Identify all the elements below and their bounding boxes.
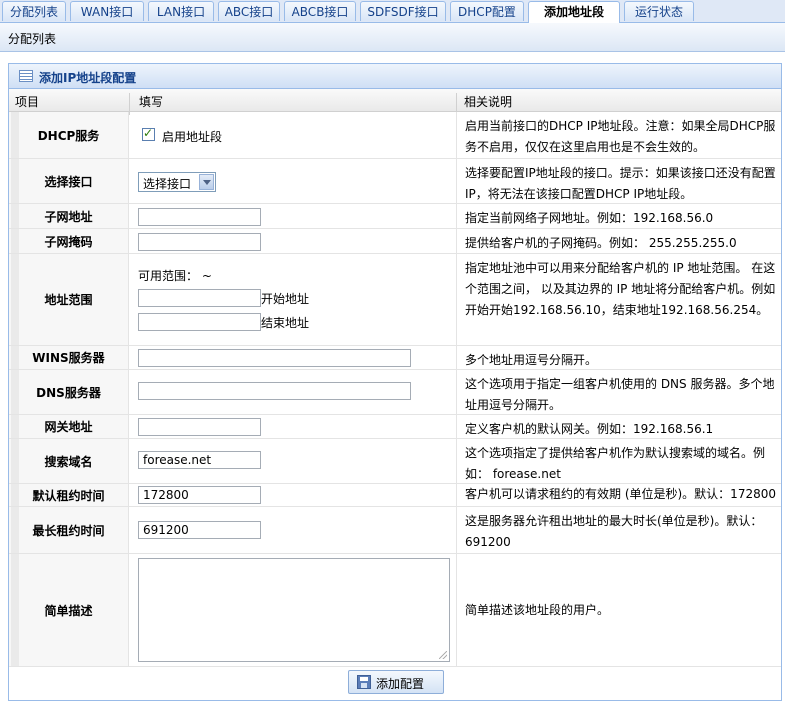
chevron-down-icon [199,174,214,190]
row-gateway: 网关地址 定义客户机的默认网关。例如：192.168.56.1 [9,415,781,439]
label-range: 地址范围 [9,254,129,345]
desc-default-lease: 客户机可以请求租约的有效期 (单位是秒)。默认：172800 [456,484,781,506]
label-dns: DNS服务器 [9,370,129,414]
panel-header: 添加IP地址段配置 [9,64,781,89]
label-gateway: 网关地址 [9,415,129,438]
add-config-label: 添加配置 [376,677,425,691]
save-icon [357,675,371,689]
row-note: 简单描述 简单描述该地址段的用户。 [9,554,781,667]
table-icon [19,70,33,82]
label-subnet: 子网地址 [9,204,129,228]
enable-range-label: 启用地址段 [162,130,223,144]
row-max-lease: 最长租约时间 691200 这是服务器允许租出地址的最大时长(单位是秒)。默认：… [9,507,781,554]
desc-domain: 这个选项指定了提供给客户机作为默认搜索域的域名。例如： forease.net [456,439,781,483]
range-start-input[interactable] [138,289,261,307]
column-header: 项目 填写 相关说明 [9,89,781,115]
desc-range: 指定地址池中可以用来分配给客户机的 IP 地址范围。 在这个范围之间， 以及其边… [456,254,781,345]
row-range: 地址范围 可用范围： ~ 开始地址 结束地址 指定地址池中可以用来分配给客户机的… [9,254,781,346]
row-dhcp: DHCP服务 启用地址段 启用当前接口的DHCP IP地址段。注意：如果全局DH… [9,112,781,159]
label-wins: WINS服务器 [9,346,129,369]
label-note: 简单描述 [9,554,129,666]
mask-input[interactable] [138,233,261,251]
desc-note-cell: 简单描述该地址段的用户。 [456,554,781,666]
row-wins: WINS服务器 多个地址用逗号分隔开。 [9,346,781,370]
label-default-lease: 默认租约时间 [9,484,129,506]
tab-abc[interactable]: ABC接口 [218,1,280,21]
range-end-label: 结束地址 [261,316,310,330]
range-end-input[interactable] [138,313,261,331]
dns-input[interactable] [138,382,411,400]
label-mask: 子网掩码 [9,229,129,253]
tab-wan[interactable]: WAN接口 [70,1,144,21]
tab-dhcp-config[interactable]: DHCP配置 [450,1,524,21]
breadcrumb-bar: 分配列表 [0,23,785,52]
breadcrumb[interactable]: 分配列表 [8,30,56,47]
desc-interface: 选择要配置IP地址段的接口。提示：如果该接口还没有配置IP，将无法在该接口配置D… [456,159,781,203]
desc-max-lease: 这是服务器允许租出地址的最大时长(单位是秒)。默认：691200 [456,507,781,553]
gateway-input[interactable] [138,418,261,436]
note-textarea[interactable] [138,558,450,662]
row-dns: DNS服务器 这个选项用于指定一组客户机使用的 DNS 服务器。多个地址用逗号分… [9,370,781,415]
tab-bar: 分配列表 WAN接口 LAN接口 ABC接口 ABCB接口 SDFSDF接口 D… [0,0,785,23]
interface-select[interactable]: 选择接口 [138,172,216,192]
label-interface: 选择接口 [9,159,129,203]
config-panel: 添加IP地址段配置 项目 填写 相关说明 DHCP服务 启用地址段 启用当前接口… [8,63,782,701]
tab-allocation-list[interactable]: 分配列表 [2,1,66,21]
desc-gateway: 定义客户机的默认网关。例如：192.168.56.1 [456,415,781,438]
desc-dhcp: 启用当前接口的DHCP IP地址段。注意：如果全局DHCP服务不启用，仅仅在这里… [456,112,781,158]
panel-title: 添加IP地址段配置 [39,71,137,85]
desc-dns: 这个选项用于指定一组客户机使用的 DNS 服务器。多个地址用逗号分隔开。 [456,370,781,414]
tab-add-address-range[interactable]: 添加地址段 [528,1,620,23]
desc-subnet: 指定当前网络子网地址。例如：192.168.56.0 [456,204,781,228]
col-item: 项目 [15,95,40,109]
row-default-lease: 默认租约时间 172800 客户机可以请求租约的有效期 (单位是秒)。默认：17… [9,484,781,507]
enable-range-checkbox[interactable] [142,126,155,141]
label-domain: 搜索域名 [9,439,129,483]
row-subnet: 子网地址 指定当前网络子网地址。例如：192.168.56.0 [9,204,781,229]
range-start-label: 开始地址 [261,292,310,306]
tab-abcb[interactable]: ABCB接口 [284,1,356,21]
available-range: 可用范围： ~ [138,269,212,283]
col-fill: 填写 [139,95,164,109]
tab-sdfsdf[interactable]: SDFSDF接口 [360,1,446,21]
desc-mask: 提供给客户机的子网掩码。例如： 255.255.255.0 [456,229,781,253]
desc-wins: 多个地址用逗号分隔开。 [456,346,781,369]
tab-run-status[interactable]: 运行状态 [624,1,694,21]
desc-note: 简单描述该地址段的用户。 [465,602,610,617]
tab-lan[interactable]: LAN接口 [148,1,214,21]
label-max-lease: 最长租约时间 [9,507,129,553]
max-lease-input[interactable]: 691200 [138,521,261,539]
row-mask: 子网掩码 提供给客户机的子网掩码。例如： 255.255.255.0 [9,229,781,254]
col-desc: 相关说明 [464,95,513,109]
default-lease-input[interactable]: 172800 [138,486,261,504]
row-interface: 选择接口 选择接口 选择要配置IP地址段的接口。提示：如果该接口还没有配置IP，… [9,159,781,204]
subnet-input[interactable] [138,208,261,226]
wins-input[interactable] [138,349,411,367]
add-config-button[interactable]: 添加配置 [348,670,444,694]
row-domain: 搜索域名 forease.net 这个选项指定了提供给客户机作为默认搜索域的域名… [9,439,781,484]
label-dhcp: DHCP服务 [9,112,129,158]
resize-grip-icon[interactable] [439,651,447,659]
domain-input[interactable]: forease.net [138,451,261,469]
interface-select-value: 选择接口 [143,177,192,191]
